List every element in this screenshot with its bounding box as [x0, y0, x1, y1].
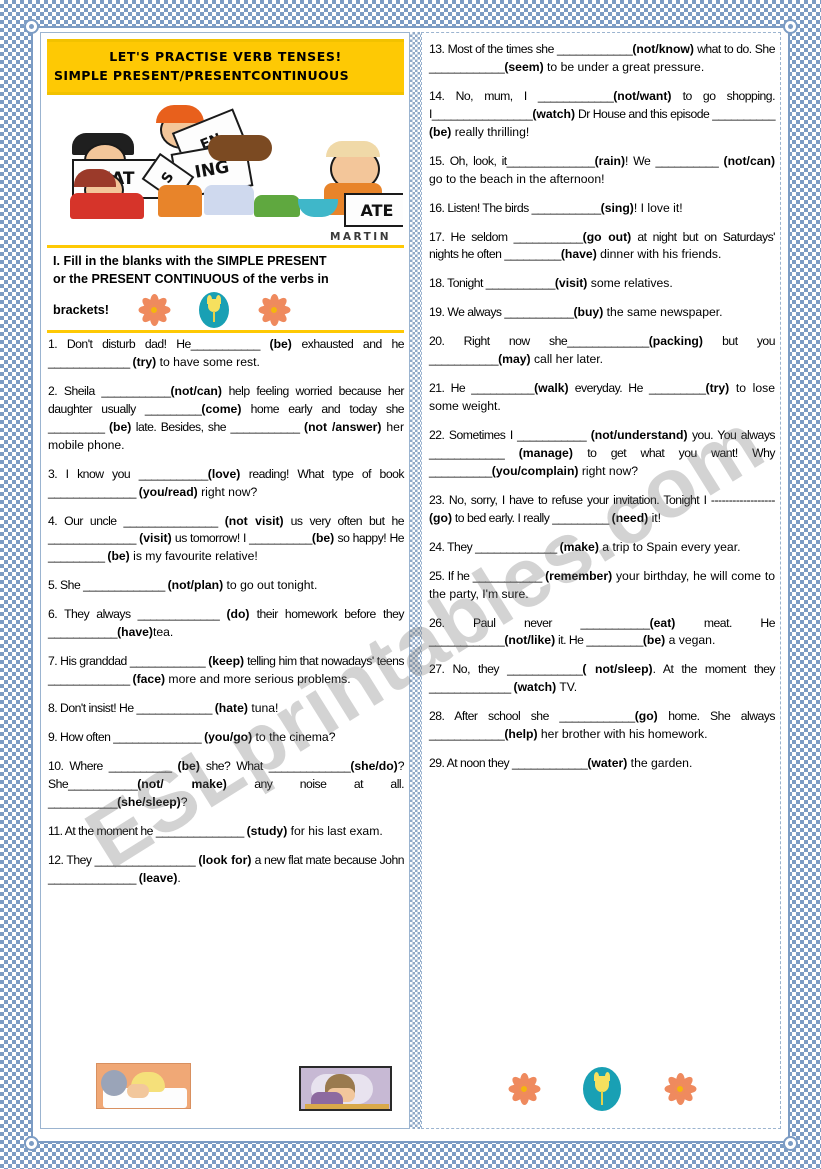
dog-icon [208, 135, 272, 161]
question-2: 14. No, mum, I ____________(not/want) to… [429, 88, 776, 139]
question-3: 15. Oh, look, it______________(rain)! We… [429, 153, 775, 186]
corner-ornament-top-right [783, 19, 798, 34]
question-5: 17. He seldom ___________(go out) at nig… [429, 229, 776, 262]
instruction-line-3: brackets! [53, 302, 110, 317]
header-clipart: EAT EN ING S ATE MARTIN [48, 99, 403, 244]
question-12: 12. They ________________ (look for) a n… [48, 852, 405, 885]
orange-flower-icon [137, 293, 171, 327]
question-9: 9. How often ______________ (you/go) to … [48, 729, 336, 744]
question-10: 10. Where __________ (be) she? What ____… [48, 758, 405, 809]
title-banner: LET'S PRACTISE VERB TENSES! SIMPLE PRESE… [47, 39, 404, 95]
question-13: 25. If he ___________ (remember) your bi… [429, 568, 776, 601]
question-10: 22. Sometimes I ___________ (not/underst… [429, 428, 776, 478]
instruction-line-1: I. Fill in the blanks with the SIMPLE PR… [53, 254, 327, 268]
red-shirt-icon [70, 193, 144, 219]
column-divider [410, 32, 421, 1129]
question-17: 29. At noon they ____________(water) the… [429, 756, 693, 771]
question-9: 21. He __________(walk) everyday. He ___… [429, 381, 775, 414]
brown-hair-icon [74, 169, 116, 187]
corner-ornament-bottom-left [24, 1136, 39, 1151]
question-3: 3. I know you ___________(love) reading!… [48, 466, 405, 499]
question-1: 1. Don't disturb dad! He___________ (be)… [48, 337, 405, 369]
blond-hair-icon [326, 141, 380, 157]
blue-pants-icon [204, 185, 254, 215]
right-column: 13. Most of the times she ____________(n… [421, 32, 781, 1129]
question-4: 16. Listen! The birds ___________(sing)!… [429, 200, 683, 215]
question-5: 5. She _____________ (not/plan) to go ou… [48, 578, 318, 593]
worksheet-content: LET'S PRACTISE VERB TENSES! SIMPLE PRESE… [40, 32, 781, 1137]
clipart-girl-sleeping [96, 1063, 191, 1109]
clipart-boy-sleeping [299, 1066, 392, 1111]
question-8: 8. Don't insist! He ____________ (hate) … [48, 701, 279, 715]
orange-pants-icon [158, 185, 202, 217]
question-11: 23. No, sorry, I have to refuse your inv… [429, 492, 776, 525]
right-questions-list: 13. Most of the times she ____________(n… [422, 41, 782, 773]
question-4: 4. Our uncle _______________ (not visit)… [48, 513, 405, 564]
question-2: 2. Sheila ___________(not/can) help feel… [48, 383, 405, 452]
left-questions-list: 1. Don't disturb dad! He___________ (be)… [41, 336, 411, 888]
orange-flower-icon-2 [257, 293, 291, 327]
orange-flower-icon-3 [507, 1072, 541, 1106]
instruction-line-2: or the PRESENT CONTINUOUS of the verbs i… [53, 271, 329, 286]
corner-ornament-top-left [24, 19, 39, 34]
yellow-tulip-icon-2 [583, 1067, 621, 1111]
bottom-flower-row [507, 1065, 697, 1113]
question-6: 6. They always _____________ (do) their … [48, 607, 405, 640]
corner-ornament-bottom-right [783, 1136, 798, 1151]
left-column: LET'S PRACTISE VERB TENSES! SIMPLE PRESE… [40, 32, 410, 1129]
instructions-box: I. Fill in the blanks with the SIMPLE PR… [47, 245, 404, 333]
artist-credit: MARTIN [329, 231, 391, 243]
question-15: 27. No, they ____________( not/sleep). A… [429, 662, 776, 695]
question-7: 7. His granddad ____________ (keep) tell… [48, 654, 405, 687]
orange-flower-icon-4 [663, 1072, 697, 1106]
question-11: 11. At the moment he ______________ (stu… [48, 823, 383, 838]
question-16: 28. After school she ____________(go) ho… [429, 709, 775, 742]
sign-ate: ATE [344, 193, 403, 227]
question-14: 26. Paul never ___________(eat) meat. He… [429, 615, 776, 648]
instruction-line-3-row: brackets! [53, 291, 398, 328]
question-1: 13. Most of the times she ____________(n… [429, 42, 775, 74]
question-12: 24. They _____________ (make) a trip to … [429, 539, 741, 554]
question-6: 18. Tonight ___________(visit) some rela… [429, 276, 673, 291]
red-hair-icon [156, 105, 204, 123]
worksheet-title-line1: LET'S PRACTISE VERB TENSES! [109, 49, 342, 65]
yellow-tulip-icon [199, 291, 230, 328]
question-7: 19. We always ___________(buy) the same … [429, 305, 723, 320]
green-shoes-icon [254, 195, 300, 217]
worksheet-title-line2: SIMPLE PRESENT/PRESENTCONTINUOUS [54, 68, 350, 83]
question-8: 20. Right now she_____________(packing) … [429, 334, 775, 367]
